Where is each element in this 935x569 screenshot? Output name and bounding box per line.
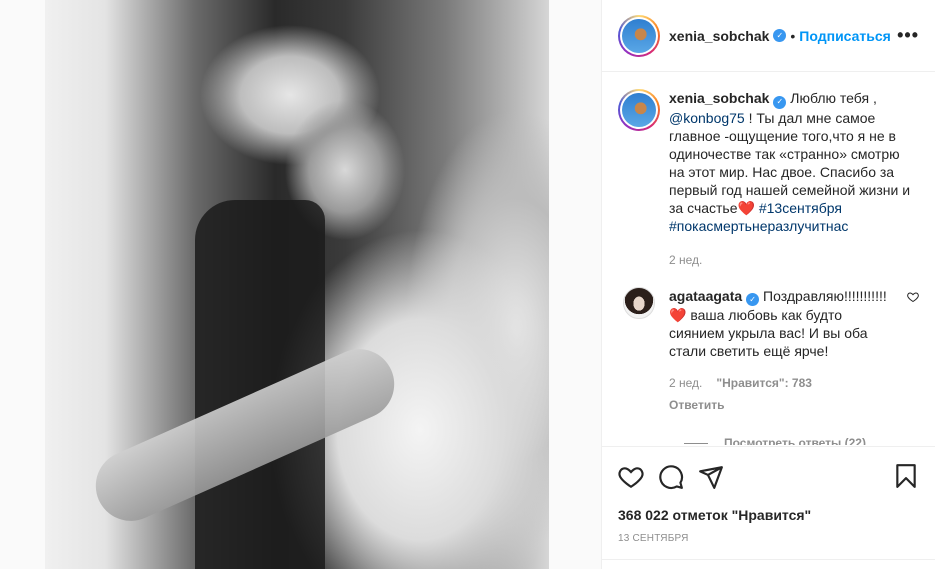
bookmark-icon — [896, 463, 916, 488]
share-icon[interactable] — [698, 464, 724, 490]
caption-text: xenia_sobchak ✓ Люблю тебя , @konbog75 ! … — [669, 89, 919, 269]
view-replies-button[interactable]: Посмотреть ответы (22) — [684, 436, 919, 445]
comment-meta: 2 нед. "Нравится": 783 — [669, 374, 895, 392]
caption-mention[interactable]: @konbog75 — [669, 110, 745, 126]
post-photo[interactable] — [45, 0, 549, 569]
add-comment-area[interactable] — [602, 559, 935, 569]
comment-text-2: ваша любовь как будто сиянием укрыла вас… — [669, 307, 868, 359]
header-separator: • — [790, 27, 796, 44]
post-header: xenia_sobchak ✓ • Подписаться ••• — [602, 0, 935, 72]
bookmark-button[interactable] — [893, 463, 919, 492]
post-date[interactable]: 13 СЕНТЯБРЯ — [618, 533, 919, 544]
view-replies-line — [684, 442, 708, 444]
comment-like-heart-icon[interactable] — [907, 291, 919, 306]
action-icons — [618, 461, 919, 493]
author-avatar[interactable] — [618, 14, 660, 57]
more-options-icon[interactable]: ••• — [897, 26, 919, 44]
view-replies-label: Посмотреть ответы (22) — [724, 436, 866, 445]
caption-hashtag-2[interactable]: #покасмертьнеразлучитнас — [669, 218, 848, 234]
post-actions: 368 022 отметок "Нравится" 13 СЕНТЯБРЯ — [602, 446, 935, 569]
caption-username[interactable]: xenia_sobchak — [669, 90, 769, 106]
heart-emoji: ❤️ — [737, 199, 755, 216]
commenter-username[interactable]: agataagata — [669, 288, 742, 304]
caption: xenia_sobchak ✓ Люблю тебя , @konbog75 ! … — [618, 89, 919, 269]
comment-text: agataagata ✓ Поздравляю!!!!!!!!!!! ❤️ ваш… — [669, 287, 919, 415]
caption-time[interactable]: 2 нед. — [669, 251, 919, 269]
heart-icon[interactable] — [618, 464, 644, 490]
verified-badge-icon: ✓ — [773, 29, 787, 42]
verified-badge-icon: ✓ — [773, 95, 787, 109]
comment-time[interactable]: 2 нед. — [669, 374, 702, 392]
comment-icon[interactable] — [658, 464, 684, 490]
comments-list[interactable]: xenia_sobchak ✓ Люблю тебя , @konbog75 ! … — [602, 73, 935, 445]
verified-badge-icon: ✓ — [746, 293, 760, 306]
comment: agataagata ✓ Поздравляю!!!!!!!!!!! ❤️ ваш… — [618, 286, 919, 415]
caption-hashtag-1[interactable]: #13сентября — [759, 200, 842, 216]
follow-button[interactable]: Подписаться — [799, 28, 891, 44]
comment-text-1: Поздравляю!!!!!!!!!!! — [763, 287, 887, 304]
photo-pane — [0, 0, 600, 569]
author-username[interactable]: xenia_sobchak — [669, 28, 769, 44]
likes-count[interactable]: 368 022 отметок "Нравится" — [618, 507, 919, 523]
author-avatar-image — [622, 18, 656, 53]
comment-likes[interactable]: "Нравится": 783 — [716, 374, 812, 392]
commenter-avatar[interactable] — [623, 286, 655, 319]
caption-avatar[interactable] — [618, 89, 660, 131]
caption-text-1: Люблю тебя , — [790, 90, 877, 106]
caption-avatar-image — [622, 93, 656, 127]
heart-emoji: ❤️ — [669, 307, 687, 323]
reply-button[interactable]: Ответить — [669, 396, 895, 414]
post-sidebar: xenia_sobchak ✓ • Подписаться ••• xenia_… — [601, 0, 935, 569]
